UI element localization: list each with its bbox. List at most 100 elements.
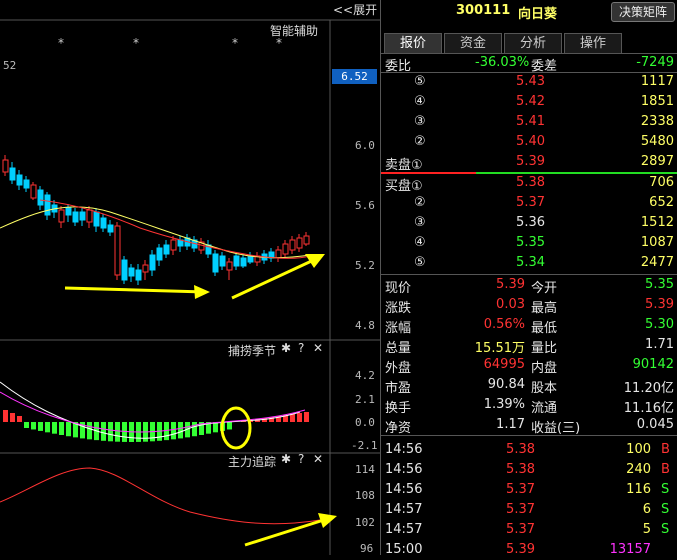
orderbook-row[interactable]: 卖盘① 5.39 2897 [381, 152, 677, 173]
orderbook-row[interactable]: ② 5.40 5480 [381, 132, 677, 152]
help-icon[interactable]: ? [298, 341, 304, 355]
stat-value: 11.20亿 [623, 381, 674, 396]
expand-button[interactable]: <<展开 [333, 1, 377, 18]
stat-label: 收益(三) [531, 421, 581, 436]
tick-side: S [661, 482, 670, 497]
orderbook-row[interactable]: ③ 5.41 2338 [381, 112, 677, 132]
quote-panel: 300111 向日葵 决策矩阵 报价 资金 分析 操作 委比 -36.03% 委… [380, 0, 677, 557]
stat-value: 90.84 [487, 377, 525, 392]
order-level: ③ [414, 215, 426, 230]
order-volume: 1851 [640, 94, 674, 109]
stat-row: 总量 15.51万 量比 1.71 [381, 335, 677, 356]
indicator-title: 主力追踪 [228, 455, 277, 469]
gear-icon[interactable]: ✱ [281, 341, 291, 355]
stat-value: 1.39% [483, 397, 525, 412]
indicator-axis-tick: 2.1 [355, 393, 375, 406]
tab-funds[interactable]: 资金 [444, 33, 502, 53]
help-icon[interactable]: ? [298, 452, 304, 466]
orderbook-row[interactable]: ② 5.37 652 [381, 193, 677, 213]
stat-value: 0.03 [496, 297, 525, 312]
order-volume: 2338 [640, 114, 674, 129]
tick-price: 5.37 [506, 522, 535, 537]
orderbook-row[interactable]: ⑤ 5.34 2477 [381, 253, 677, 273]
order-volume: 1512 [640, 215, 674, 230]
gear-icon[interactable]: ✱ [281, 452, 291, 466]
stat-row: 现价 5.39 今开 5.35 [381, 275, 677, 296]
tick-volume: 6 [642, 502, 651, 517]
stat-label: 涨跌 [385, 301, 412, 316]
chart-area[interactable]: <<展开 智能辅助 * * * * 52 6.52 6.0 5.6 5.2 4.… [0, 0, 380, 555]
tick-row: 14:56 5.38 100 B [381, 440, 677, 460]
order-level: ④ [414, 94, 426, 109]
order-volume: 2897 [640, 154, 674, 169]
tick-side: B [661, 442, 670, 457]
orderbook-row[interactable]: 买盘① 5.38 706 [381, 173, 677, 194]
stat-row: 外盘 64995 内盘 90142 [381, 355, 677, 376]
event-marker[interactable]: * [232, 36, 238, 50]
stat-label: 总量 [385, 341, 412, 356]
stat-label: 现价 [385, 281, 412, 296]
stat-label: 换手 [385, 401, 412, 416]
stat-value: 5.35 [645, 277, 674, 292]
stat-label: 外盘 [385, 361, 412, 376]
indicator-title: 捕捞季节 [228, 344, 277, 358]
order-volume: 706 [649, 175, 674, 190]
stat-label: 最高 [531, 301, 558, 316]
tab-operation[interactable]: 操作 [564, 33, 622, 53]
stat-label: 市盈 [385, 381, 412, 396]
indicator-axis-tick: 0.0 [355, 416, 375, 429]
stat-value: 90142 [632, 357, 674, 372]
tab-analysis[interactable]: 分析 [504, 33, 562, 53]
tick-time: 14:57 [385, 502, 423, 517]
close-icon[interactable]: ✕ [313, 341, 323, 355]
orderbook-row[interactable]: ④ 5.35 1087 [381, 233, 677, 253]
order-price: 5.34 [516, 255, 545, 270]
stat-label: 内盘 [531, 361, 558, 376]
stat-value: 5.39 [496, 277, 525, 292]
indicator-axis-tick: 4.2 [355, 369, 375, 382]
orderbook-row[interactable]: ③ 5.36 1512 [381, 213, 677, 233]
close-icon[interactable]: ✕ [313, 452, 323, 466]
tick-side: B [661, 462, 670, 477]
stat-label: 量比 [531, 341, 558, 356]
orderbook-row[interactable]: ⑤ 5.43 1117 [381, 72, 677, 92]
stat-row: 涨跌 0.03 最高 5.39 [381, 295, 677, 316]
decision-matrix-button[interactable]: 决策矩阵 [611, 2, 675, 22]
tick-volume: 5 [642, 522, 651, 537]
tick-time: 14:56 [385, 482, 423, 497]
indicator-axis-tick: 114 [355, 463, 375, 476]
weibi-row: 委比 -36.03% 委差 -7249 [385, 55, 674, 74]
stat-value: 5.30 [645, 317, 674, 332]
tick-row: 15:00 5.39 13157 [381, 540, 677, 560]
order-price: 5.37 [516, 195, 545, 210]
tab-quote[interactable]: 报价 [384, 33, 442, 53]
tick-row: 14:57 5.37 5 S [381, 520, 677, 540]
annotation-arrows [64, 254, 337, 547]
order-price: 5.39 [516, 154, 545, 169]
stat-row: 换手 1.39% 流通 11.16亿 [381, 395, 677, 416]
stock-name: 向日葵 [518, 7, 558, 22]
event-marker[interactable]: * [276, 36, 282, 50]
tick-price: 5.38 [506, 442, 535, 457]
indicator-axis-tick: 108 [355, 489, 375, 502]
stat-label: 股本 [531, 381, 558, 396]
order-price: 5.41 [516, 114, 545, 129]
tick-volume: 100 [626, 442, 651, 457]
indicator-axis-tick: 96 [360, 542, 374, 555]
price-axis-tick: 5.2 [355, 259, 375, 272]
order-price: 5.38 [516, 175, 545, 190]
event-marker[interactable]: * [58, 36, 64, 50]
tick-price: 5.37 [506, 502, 535, 517]
stat-value: 11.16亿 [623, 401, 674, 416]
event-marker[interactable]: * [133, 36, 139, 50]
orderbook-row[interactable]: ④ 5.42 1851 [381, 92, 677, 112]
indicator-axis-tick: 102 [355, 516, 375, 529]
tick-volume: 116 [626, 482, 651, 497]
order-level: ⑤ [414, 255, 426, 270]
tick-row: 14:57 5.37 6 S [381, 500, 677, 520]
tick-row: 14:56 5.38 240 B [381, 460, 677, 480]
order-level: ⑤ [414, 74, 426, 89]
stat-value: 5.39 [645, 297, 674, 312]
stat-value: 1.71 [645, 337, 674, 352]
tick-side: S [661, 522, 670, 537]
